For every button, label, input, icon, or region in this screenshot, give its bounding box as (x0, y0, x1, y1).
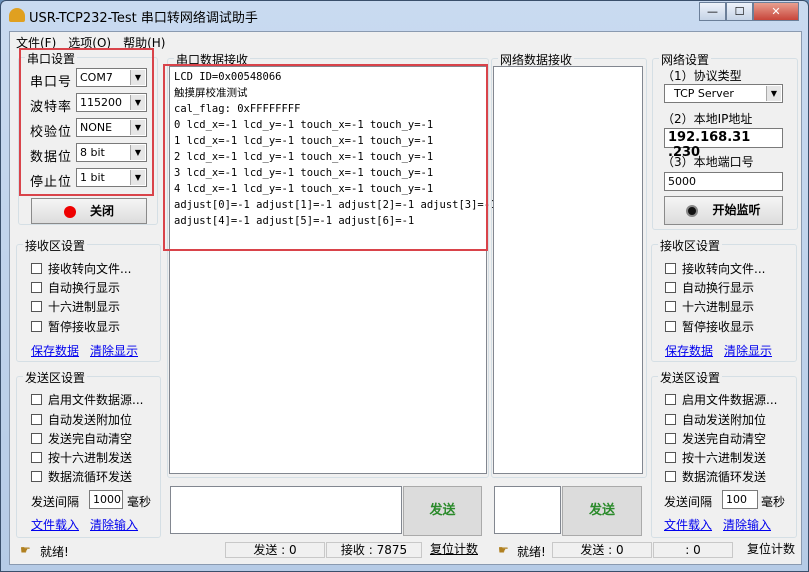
port-label-net: （3）本地端口号 (662, 155, 754, 169)
protocol-select[interactable]: TCP Server ▼ (664, 84, 783, 103)
listen-label: 开始监听 (712, 203, 761, 217)
baud-value: 115200 (80, 96, 122, 109)
port-value: COM7 (80, 71, 113, 84)
net-checkbox-receive-to-file[interactable]: 接收转向文件... (665, 260, 765, 277)
close-window-button[interactable]: ✕ (753, 2, 799, 21)
net-reset-count-button[interactable]: 复位计数 (740, 542, 802, 558)
protocol-label: （1）协议类型 (662, 69, 742, 83)
net-receive-settings-label: 接收区设置 (658, 237, 723, 254)
client-area: 文件(F) 选项(O) 帮助(H) 串口设置 串口号 COM7 ▼ 波特率 11520… (9, 31, 802, 565)
interval-input[interactable]: 1000 (89, 490, 123, 509)
databits-value: 8 bit (80, 146, 105, 159)
net-save-data-link[interactable]: 保存数据 (665, 342, 713, 359)
parity-select[interactable]: NONE ▼ (76, 118, 147, 137)
baud-select[interactable]: 115200 ▼ (76, 93, 147, 112)
checkbox-receive-to-file[interactable]: 接收转向文件... (31, 260, 131, 277)
chevron-down-icon: ▼ (766, 86, 781, 101)
net-checkbox-pause-display[interactable]: 暂停接收显示 (665, 318, 754, 335)
ip-input[interactable]: 192.168.31 .230 (664, 128, 783, 160)
port-select[interactable]: COM7 ▼ (76, 68, 147, 87)
chevron-down-icon: ▼ (130, 145, 145, 160)
net-checkbox-hex-display[interactable]: 十六进制显示 (665, 298, 754, 315)
app-icon (9, 8, 25, 22)
net-load-file-link[interactable]: 文件载入 (664, 516, 712, 533)
status-led-icon (63, 205, 76, 218)
chevron-down-icon: ▼ (130, 170, 145, 185)
checkbox-pause-display[interactable]: 暂停接收显示 (31, 318, 120, 335)
protocol-value: TCP Server (674, 87, 734, 100)
net-send-button[interactable]: 发送 (562, 486, 642, 536)
net-checkbox-hex-send[interactable]: 按十六进制发送 (665, 449, 766, 466)
save-data-link[interactable]: 保存数据 (31, 342, 79, 359)
load-file-link[interactable]: 文件载入 (31, 516, 79, 533)
app-window: USR-TCP232-Test 串口转网络调试助手 — ☐ ✕ 文件(F) 选项(… (0, 0, 809, 572)
chevron-down-icon: ▼ (130, 95, 145, 110)
net-send-input[interactable] (494, 486, 561, 534)
net-interval-label: 发送间隔 (664, 495, 713, 509)
chevron-down-icon: ▼ (130, 120, 145, 135)
parity-value: NONE (80, 121, 113, 134)
net-clear-display-link[interactable]: 清除显示 (724, 342, 772, 359)
checkbox-loop-send[interactable]: 数据流循环发送 (31, 468, 132, 485)
checkbox-hex-send[interactable]: 按十六进制发送 (31, 449, 132, 466)
baud-label: 波特率 (30, 100, 73, 115)
minimize-button[interactable]: — (699, 2, 726, 21)
reset-count-button[interactable]: 复位计数 (424, 542, 484, 558)
start-listen-button[interactable]: 开始监听 (664, 196, 783, 225)
stopbits-select[interactable]: 1 bit ▼ (76, 168, 147, 187)
window-title: USR-TCP232-Test 串口转网络调试助手 (29, 11, 258, 26)
net-status-sent: 发送 : 0 (552, 542, 652, 558)
receive-settings-label: 接收区设置 (23, 237, 88, 254)
net-ready-icon: ☛ (498, 543, 509, 557)
net-checkbox-auto-wrap[interactable]: 自动换行显示 (665, 279, 754, 296)
status-sent: 发送 : 0 (225, 542, 325, 558)
maximize-button[interactable]: ☐ (726, 2, 753, 21)
serial-send-button[interactable]: 发送 (403, 486, 482, 536)
net-checkbox-append-bits[interactable]: 自动发送附加位 (665, 411, 766, 428)
net-checkbox-file-source[interactable]: 启用文件数据源... (665, 391, 777, 408)
net-interval-unit: 毫秒 (761, 495, 786, 509)
ip-label: （2）本地IP地址 (662, 112, 753, 126)
checkbox-auto-clear[interactable]: 发送完自动清空 (31, 430, 132, 447)
net-status-received: : 0 (653, 542, 733, 558)
net-clear-input-link[interactable]: 清除输入 (723, 516, 771, 533)
clear-input-link[interactable]: 清除输入 (90, 516, 138, 533)
network-settings-label: 网络设置 (659, 51, 712, 68)
close-port-label: 关闭 (89, 204, 114, 218)
parity-label: 校验位 (30, 125, 73, 140)
send-settings-label: 发送区设置 (23, 369, 88, 386)
port-label: 串口号 (30, 75, 73, 90)
status-led-icon (686, 204, 699, 217)
status-ready: 就绪! (40, 545, 69, 559)
net-checkbox-auto-clear[interactable]: 发送完自动清空 (665, 430, 766, 447)
net-checkbox-loop-send[interactable]: 数据流循环发送 (665, 468, 766, 485)
chevron-down-icon: ▼ (130, 70, 145, 85)
highlight-box (163, 64, 488, 251)
ready-icon: ☛ (20, 543, 31, 557)
net-status-ready: 就绪! (517, 545, 546, 559)
databits-select[interactable]: 8 bit ▼ (76, 143, 147, 162)
checkbox-hex-display[interactable]: 十六进制显示 (31, 298, 120, 315)
status-received: 接收 : 7875 (326, 542, 422, 558)
databits-label: 数据位 (30, 150, 73, 165)
clear-display-link[interactable]: 清除显示 (90, 342, 138, 359)
close-port-button[interactable]: 关闭 (31, 198, 147, 224)
checkbox-file-source[interactable]: 启用文件数据源... (31, 391, 143, 408)
stopbits-label: 停止位 (30, 175, 73, 190)
interval-unit: 毫秒 (127, 495, 152, 509)
checkbox-append-bits[interactable]: 自动发送附加位 (31, 411, 132, 428)
serial-send-input[interactable] (170, 486, 402, 534)
interval-label: 发送间隔 (31, 495, 80, 509)
net-interval-input[interactable]: 100 (722, 490, 758, 509)
net-send-settings-label: 发送区设置 (658, 369, 723, 386)
port-input[interactable]: 5000 (664, 172, 783, 191)
checkbox-auto-wrap[interactable]: 自动换行显示 (31, 279, 120, 296)
stopbits-value: 1 bit (80, 171, 105, 184)
net-receive-text[interactable] (493, 66, 643, 474)
